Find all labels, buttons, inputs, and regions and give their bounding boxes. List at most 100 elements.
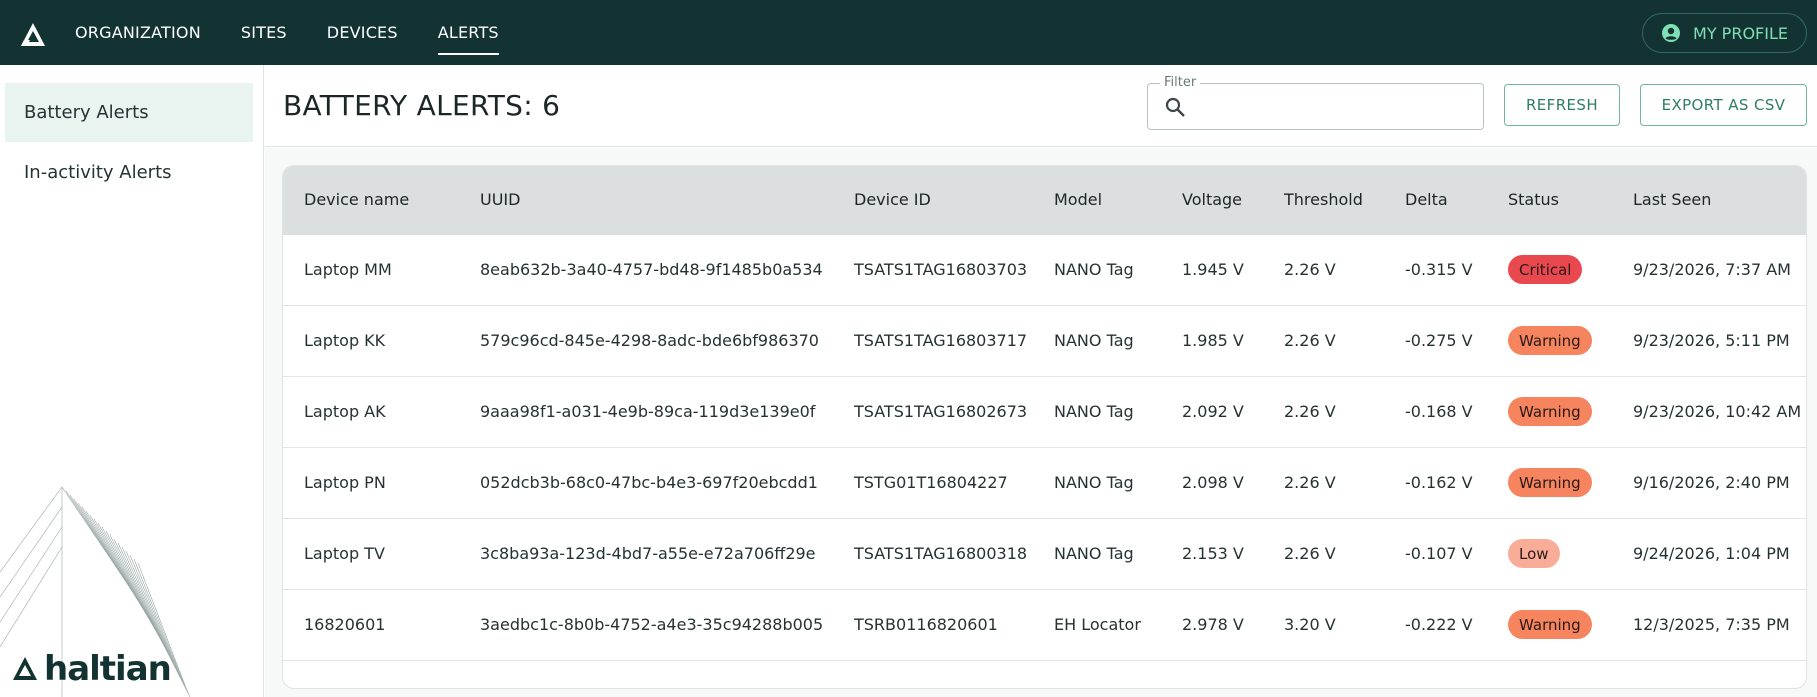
cell-delta: -0.168 V [1405, 402, 1473, 421]
table-row[interactable]: Laptop AK 9aaa98f1-a031-4e9b-89ca-119d3e… [283, 377, 1806, 448]
cell-uuid: 3c8ba93a-123d-4bd7-a55e-e72a706ff29e [480, 544, 816, 563]
my-profile-label: MY PROFILE [1693, 23, 1788, 43]
table-row[interactable]: Laptop MM 8eab632b-3a40-4757-bd48-9f1485… [283, 235, 1806, 306]
sidebar-item-label: Battery Alerts [24, 102, 149, 123]
nav-label: DEVICES [326, 23, 398, 42]
status-badge: Warning [1508, 468, 1592, 497]
cell-device-name: Laptop TV [304, 544, 385, 563]
column-header-device-id[interactable]: Device ID [854, 190, 931, 209]
cell-threshold: 2.26 V [1284, 260, 1336, 279]
sidebar-item-label: In-activity Alerts [24, 162, 172, 183]
cell-threshold: 2.26 V [1284, 544, 1336, 563]
haltian-brand-logo: haltian [12, 649, 172, 689]
cell-delta: -0.275 V [1405, 331, 1473, 350]
cell-last-seen: 9/16/2026, 2:40 PM [1633, 473, 1790, 492]
sidebar: Battery Alerts In-activity Alerts haltia… [0, 65, 264, 697]
cell-device-id: TSATS1TAG16800318 [854, 544, 1028, 563]
column-header-status[interactable]: Status [1508, 190, 1559, 209]
cell-device-name: 16820601 [304, 615, 386, 634]
column-header-voltage[interactable]: Voltage [1182, 190, 1242, 209]
cell-delta: -0.107 V [1405, 544, 1473, 563]
cell-delta: -0.222 V [1405, 615, 1473, 634]
column-header-delta[interactable]: Delta [1405, 190, 1448, 209]
cell-model: NANO Tag [1054, 473, 1134, 492]
nav-item-sites[interactable]: SITES [241, 0, 287, 65]
column-header-last-seen[interactable]: Last Seen [1633, 190, 1711, 209]
column-header-uuid[interactable]: UUID [480, 190, 520, 209]
cell-model: NANO Tag [1054, 402, 1134, 421]
nav-item-organization[interactable]: ORGANIZATION [75, 0, 201, 65]
cell-threshold: 3.20 V [1284, 615, 1336, 634]
search-icon [1165, 97, 1185, 117]
cell-uuid: 8eab632b-3a40-4757-bd48-9f1485b0a534 [480, 260, 823, 279]
table-row[interactable]: Laptop PN 052dcb3b-68c0-47bc-b4e3-697f20… [283, 448, 1806, 519]
cell-delta: -0.162 V [1405, 473, 1473, 492]
status-badge: Low [1508, 539, 1560, 568]
cell-uuid: 579c96cd-845e-4298-8adc-bde6bf986370 [480, 331, 819, 350]
nav-item-alerts[interactable]: ALERTS [437, 0, 499, 65]
haltian-logo-icon [13, 657, 37, 680]
sidebar-item-inactivity-alerts[interactable]: In-activity Alerts [5, 143, 253, 202]
cell-uuid: 9aaa98f1-a031-4e9b-89ca-119d3e139e0f [480, 402, 816, 421]
table-row[interactable]: Laptop KK 579c96cd-845e-4298-8adc-bde6bf… [283, 306, 1806, 377]
status-badge: Critical [1508, 255, 1583, 284]
table-header: Device name UUID Device ID Model Voltage… [283, 166, 1806, 235]
cell-voltage: 2.153 V [1182, 544, 1244, 563]
cell-device-id: TSATS1TAG16803717 [854, 331, 1028, 350]
cell-voltage: 1.985 V [1182, 331, 1244, 350]
status-badge: Warning [1508, 326, 1592, 355]
cell-device-name: Laptop KK [304, 331, 386, 350]
nav-label: ORGANIZATION [75, 23, 201, 42]
nav-label: SITES [240, 23, 287, 42]
cell-voltage: 1.945 V [1182, 260, 1244, 279]
cell-model: EH Locator [1054, 615, 1141, 634]
battery-alerts-table: Device name UUID Device ID Model Voltage… [282, 165, 1807, 689]
filter-field[interactable]: Filter [1147, 75, 1484, 130]
cell-voltage: 2.978 V [1182, 615, 1244, 634]
cell-device-name: Laptop PN [304, 473, 386, 492]
content-header: BATTERY ALERTS: 6 Filter REFRESH EXPORT … [265, 65, 1817, 147]
cell-device-id: TSRB0116820601 [854, 615, 998, 634]
cell-last-seen: 9/23/2026, 5:11 PM [1633, 331, 1790, 350]
column-header-threshold[interactable]: Threshold [1284, 190, 1363, 209]
refresh-button[interactable]: REFRESH [1504, 84, 1620, 126]
cell-delta: -0.315 V [1405, 260, 1473, 279]
cell-threshold: 2.26 V [1284, 331, 1336, 350]
my-profile-button[interactable]: MY PROFILE [1642, 13, 1807, 53]
table-row[interactable]: Laptop TV 3c8ba93a-123d-4bd7-a55e-e72a70… [283, 519, 1806, 590]
cell-voltage: 2.092 V [1182, 402, 1244, 421]
column-header-device-name[interactable]: Device name [304, 190, 409, 209]
cell-device-id: TSTG01T16804227 [854, 473, 1008, 492]
cell-threshold: 2.26 V [1284, 402, 1336, 421]
table-row[interactable]: 16820601 3aedbc1c-8b0b-4752-a4e3-35c9428… [283, 590, 1806, 661]
cell-last-seen: 12/3/2025, 7:35 PM [1633, 615, 1790, 634]
sidebar-item-battery-alerts[interactable]: Battery Alerts [5, 83, 253, 142]
cell-uuid: 3aedbc1c-8b0b-4752-a4e3-35c94288b005 [480, 615, 824, 634]
cell-last-seen: 9/23/2026, 7:37 AM [1633, 260, 1791, 279]
cell-device-id: TSATS1TAG16803703 [854, 260, 1028, 279]
nav-label: ALERTS [437, 23, 499, 42]
cell-device-name: Laptop AK [304, 402, 386, 421]
nav-item-devices[interactable]: DEVICES [327, 0, 398, 65]
cell-last-seen: 9/23/2026, 10:42 AM [1633, 402, 1802, 421]
cell-model: NANO Tag [1054, 260, 1134, 279]
brand-name: haltian [44, 649, 172, 689]
account-circle-icon [1662, 24, 1681, 42]
cell-voltage: 2.098 V [1182, 473, 1244, 492]
page-title: BATTERY ALERTS: 6 [283, 89, 561, 122]
export-csv-button[interactable]: EXPORT AS CSV [1640, 84, 1807, 126]
filter-input[interactable] [1196, 92, 1476, 122]
cell-device-name: Laptop MM [304, 260, 392, 279]
filter-label: Filter [1160, 75, 1201, 90]
main-nav: ORGANIZATION SITES DEVICES ALERTS [75, 0, 539, 65]
cell-threshold: 2.26 V [1284, 473, 1336, 492]
column-header-model[interactable]: Model [1054, 190, 1102, 209]
haltian-logo-icon[interactable] [20, 22, 46, 48]
cell-model: NANO Tag [1054, 544, 1134, 563]
cell-last-seen: 9/24/2026, 1:04 PM [1633, 544, 1790, 563]
cell-model: NANO Tag [1054, 331, 1134, 350]
status-badge: Warning [1508, 397, 1592, 426]
top-navigation-bar: ORGANIZATION SITES DEVICES ALERTS MY PRO… [0, 0, 1817, 65]
cell-uuid: 052dcb3b-68c0-47bc-b4e3-697f20ebcdd1 [480, 473, 818, 492]
cell-device-id: TSATS1TAG16802673 [854, 402, 1028, 421]
